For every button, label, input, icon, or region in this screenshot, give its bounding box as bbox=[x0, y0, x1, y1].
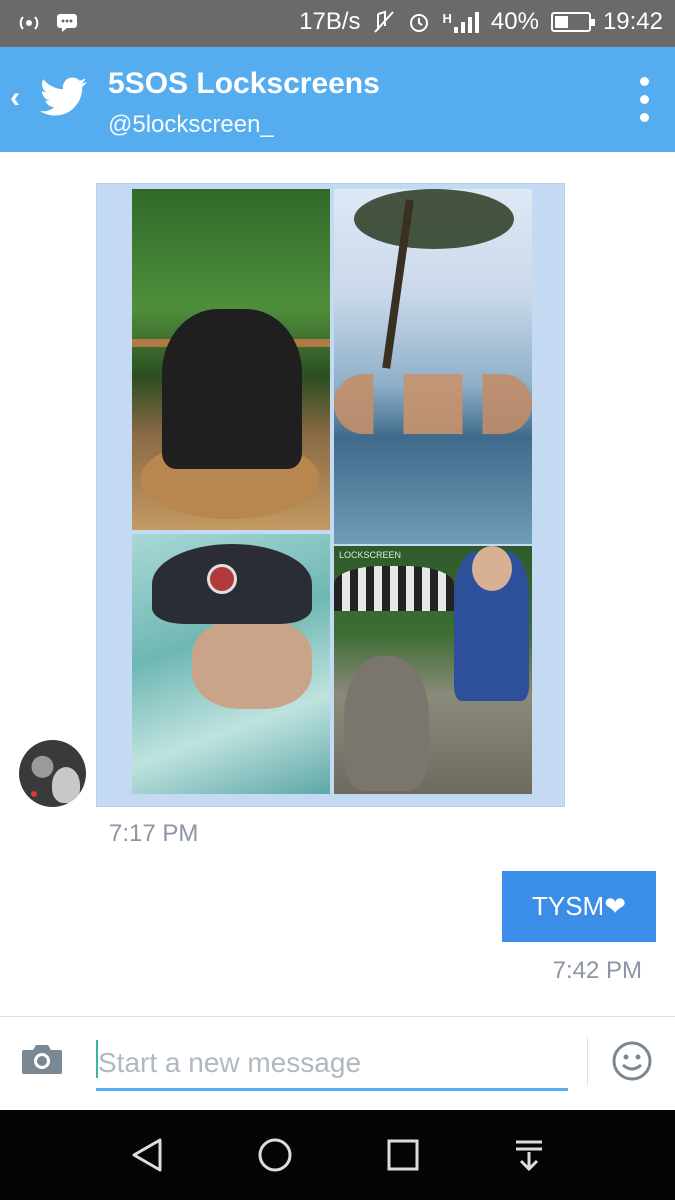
network-type: H bbox=[442, 11, 452, 26]
image-tile-4: LOCKSCREEN bbox=[334, 546, 532, 794]
battery-icon bbox=[550, 12, 595, 32]
outgoing-message-text: TYSM❤ bbox=[531, 891, 626, 921]
text-caret bbox=[96, 1040, 98, 1078]
network-speed: 17B/s bbox=[299, 8, 361, 35]
camera-icon[interactable] bbox=[20, 1042, 64, 1076]
outgoing-message-bubble[interactable]: TYSM❤ bbox=[502, 871, 656, 942]
home-icon[interactable] bbox=[256, 1136, 294, 1174]
bbm-icon bbox=[57, 14, 77, 32]
status-bar: 17B/s H 40% 19:42 bbox=[0, 0, 675, 47]
image-tile-3 bbox=[132, 534, 330, 794]
recents-icon[interactable] bbox=[384, 1136, 422, 1174]
back-button[interactable]: ‹ bbox=[10, 81, 20, 115]
alarm-icon bbox=[409, 14, 428, 32]
conversation-title: 5SOS Lockscreens bbox=[108, 67, 380, 100]
clock: 19:42 bbox=[602, 8, 663, 35]
twitter-bird-icon bbox=[40, 77, 87, 116]
shared-image[interactable]: LOCKSCREEN bbox=[96, 183, 565, 807]
message-input[interactable] bbox=[96, 1037, 568, 1091]
system-nav-bar bbox=[0, 1110, 675, 1200]
outgoing-message-time: 7:42 PM bbox=[552, 957, 642, 984]
mute-icon bbox=[373, 10, 394, 33]
status-left-icons bbox=[16, 12, 78, 34]
avatar[interactable] bbox=[19, 740, 86, 807]
status-right-items: 17B/s H 40% 19:42 bbox=[299, 8, 663, 36]
hotspot-icon bbox=[19, 16, 39, 30]
signal-icon: H bbox=[443, 11, 479, 33]
image-tile-2 bbox=[334, 189, 532, 544]
incoming-message-time: 7:17 PM bbox=[109, 820, 199, 847]
emoji-icon[interactable] bbox=[610, 1039, 654, 1083]
image-tile-1 bbox=[132, 189, 330, 530]
message-composer bbox=[0, 1016, 675, 1110]
conversation-handle: @5lockscreen_ bbox=[108, 111, 274, 138]
back-icon[interactable] bbox=[128, 1136, 166, 1174]
conversation-header: ‹ 5SOS Lockscreens @5lockscreen_ bbox=[0, 47, 675, 152]
image-watermark: LOCKSCREEN bbox=[339, 550, 402, 560]
notifications-icon[interactable] bbox=[510, 1136, 548, 1174]
battery-percent: 40% bbox=[490, 8, 539, 35]
more-options-icon[interactable] bbox=[637, 77, 651, 122]
composer-divider bbox=[587, 1037, 588, 1085]
